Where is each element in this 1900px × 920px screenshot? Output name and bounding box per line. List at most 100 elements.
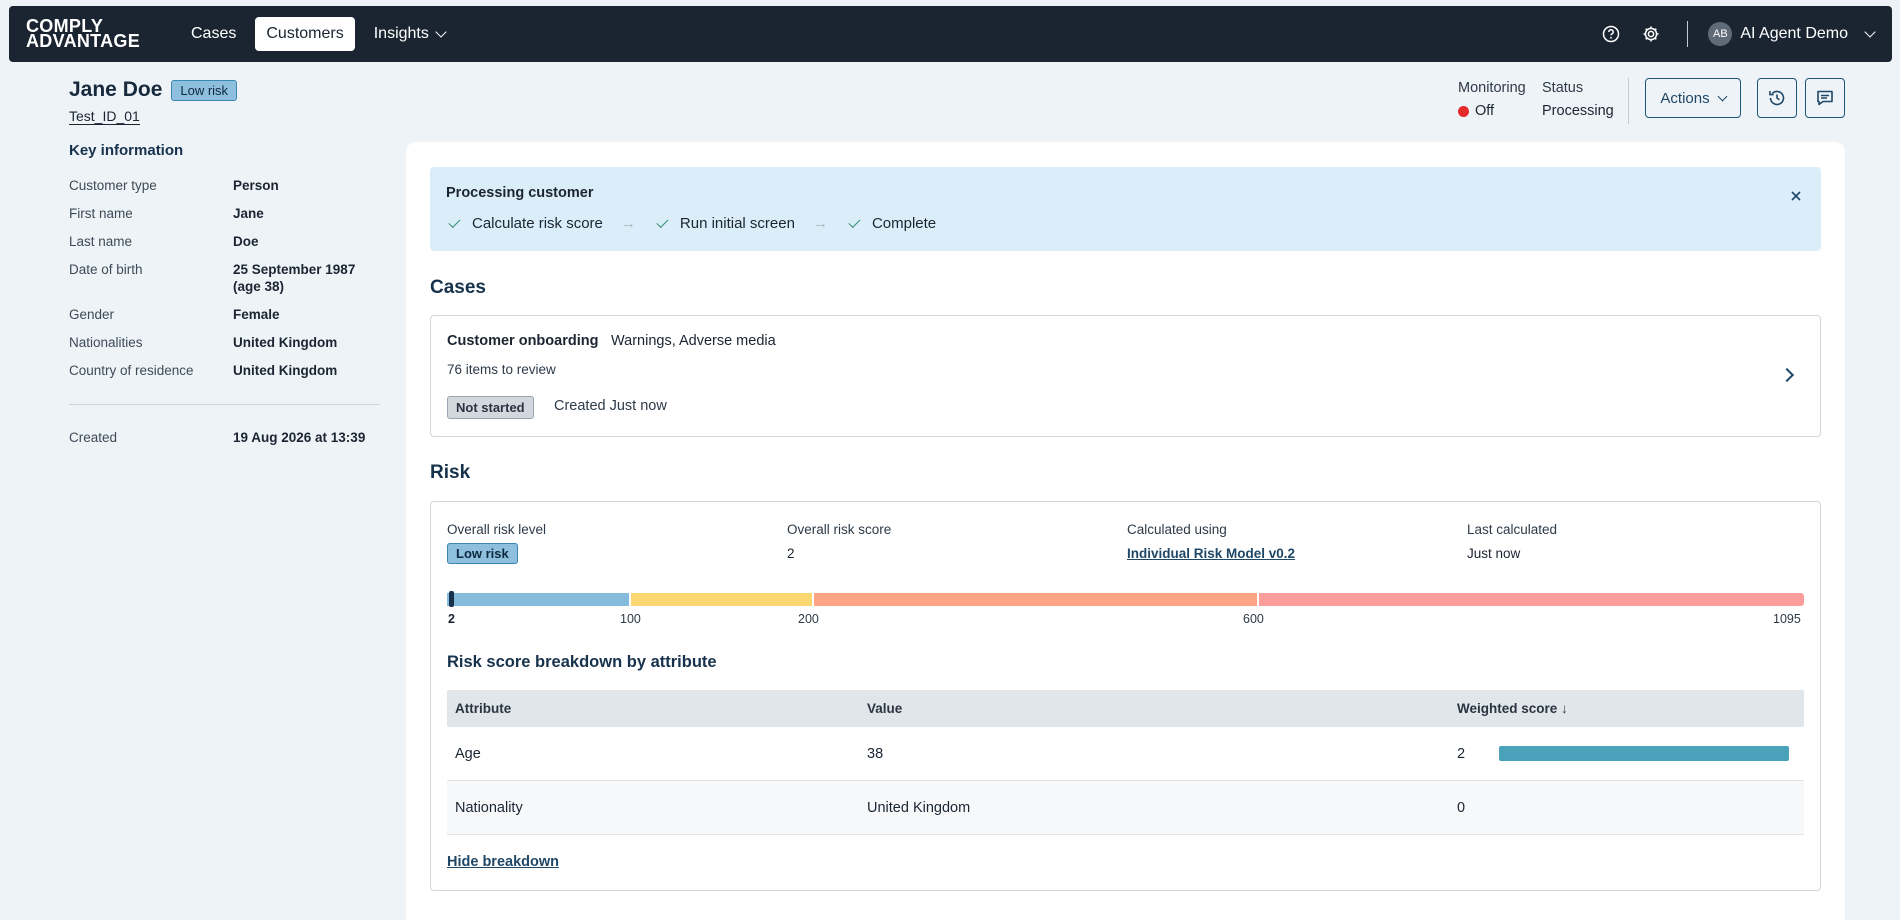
risk-model-link[interactable]: Individual Risk Model v0.2 (1127, 546, 1295, 561)
risk-level-label: Overall risk level (447, 522, 547, 537)
arrow-right-icon: → (812, 215, 828, 232)
step-label: Calculate risk score (472, 215, 603, 232)
kv-value: Female (233, 307, 280, 322)
chevron-down-icon (1717, 91, 1728, 101)
kv-label: Gender (69, 307, 115, 322)
status-dot-icon (1458, 105, 1469, 117)
scale-tick: 200 (798, 612, 819, 626)
cell-value: 38 (867, 745, 884, 762)
customer-name-row: Jane Doe Low risk (69, 78, 238, 102)
history-icon (1769, 90, 1785, 106)
nav-customers-label: Customers (266, 25, 344, 42)
kv-value: United Kingdom (233, 363, 338, 378)
banner-title: Processing customer (446, 185, 594, 201)
risk-level-badge: Low risk (447, 543, 518, 564)
comply-advantage-logo[interactable]: COMPLY ADVANTAGE (26, 17, 156, 50)
risk-panel: Overall risk level Low risk Overall risk… (430, 501, 1821, 891)
case-review-count: 76 items to review (447, 362, 556, 377)
weighted-score-bar (1499, 746, 1790, 761)
settings-gear-icon[interactable] (1641, 24, 1661, 44)
check-icon (656, 215, 669, 228)
check-icon (848, 215, 861, 228)
cases-section-title: Cases (430, 277, 486, 298)
chevron-right-icon (1779, 367, 1795, 383)
main-card: Processing customer Calculate risk score… (406, 142, 1845, 920)
scale-tick: 600 (1243, 612, 1264, 626)
cell-score: 0 (1457, 799, 1466, 816)
risk-scale-bar (447, 591, 1804, 607)
actions-label: Actions (1660, 89, 1710, 107)
header-divider (1628, 78, 1629, 124)
scale-tick: 100 (620, 612, 641, 626)
kv-label: Last name (69, 234, 133, 249)
cell-attribute: Nationality (455, 799, 523, 816)
kv-value: 25 September 1987 (age 38) (233, 262, 356, 294)
last-calculated: Last calculated Just now (1467, 522, 1557, 561)
chevron-down-icon (1864, 26, 1876, 38)
last-calculated-value: Just now (1467, 546, 1521, 561)
customer-name: Jane Doe (69, 78, 163, 101)
check-icon (448, 215, 461, 228)
case-card[interactable]: Customer onboarding Warnings, Adverse me… (430, 315, 1821, 437)
table-row: Age 38 2 (447, 727, 1804, 781)
step-label: Complete (871, 215, 937, 232)
step-label: Run initial screen (679, 215, 795, 232)
top-nav-bar: COMPLY ADVANTAGE Cases Customers Insight… (9, 6, 1892, 62)
nav-insights[interactable]: Insights (363, 17, 456, 51)
risk-section-title: Risk (430, 462, 471, 483)
key-information-title: Key information (69, 142, 184, 159)
cell-value: United Kingdom (867, 799, 971, 816)
risk-score-label: Overall risk score (787, 522, 892, 537)
table-header: Attribute Value Weighted score ↓ (447, 690, 1804, 727)
step-complete: Complete (846, 215, 936, 232)
scale-tick: 1095 (1773, 612, 1801, 626)
history-button[interactable] (1757, 78, 1797, 118)
nav-customers[interactable]: Customers (255, 17, 355, 51)
column-value: Value (867, 701, 903, 716)
risk-score-value: 2 (787, 546, 795, 561)
help-icon[interactable] (1601, 24, 1621, 44)
column-weighted-score[interactable]: Weighted score ↓ (1457, 701, 1804, 716)
overall-risk-level: Overall risk level Low risk (447, 522, 547, 564)
processing-steps: Calculate risk score → Run initial scree… (446, 215, 936, 232)
customer-id-link[interactable]: Test_ID_01 (69, 108, 140, 125)
kv-label: Nationalities (69, 335, 143, 350)
processing-status: Status Processing (1542, 80, 1614, 119)
kv-last-name: Last name Doe (69, 233, 380, 250)
scale-segment-low (447, 593, 629, 606)
hide-breakdown-link[interactable]: Hide breakdown (447, 854, 559, 870)
scale-segment-medium (631, 593, 812, 606)
overall-risk-score: Overall risk score 2 (787, 522, 891, 561)
table-row: Nationality United Kingdom 0 (447, 781, 1804, 835)
monitoring-label: Monitoring (1458, 80, 1526, 96)
kv-value: Doe (233, 234, 259, 249)
divider (69, 404, 380, 405)
scale-segment-very-high (1259, 593, 1804, 606)
user-menu[interactable]: AB AI Agent Demo (1708, 22, 1876, 46)
chevron-down-icon (435, 26, 447, 38)
actions-button[interactable]: Actions (1645, 78, 1741, 118)
column-attribute: Attribute (455, 701, 512, 716)
nav-divider (1686, 21, 1689, 47)
kv-nationalities: Nationalities United Kingdom (69, 334, 380, 351)
score-marker (449, 591, 454, 607)
nav-insights-label: Insights (373, 25, 429, 42)
kv-label: Customer type (69, 178, 157, 193)
main-nav: Cases Customers Insights (180, 17, 456, 51)
kv-customer-type: Customer type Person (69, 177, 380, 194)
close-icon[interactable] (1789, 189, 1803, 203)
scale-tick: 2 (448, 612, 455, 626)
monitoring-value: Off (1475, 103, 1495, 119)
kv-value: United Kingdom (233, 335, 338, 350)
step-initial-screen: Run initial screen (654, 215, 795, 232)
breakdown-title: Risk score breakdown by attribute (447, 653, 717, 671)
nav-cases[interactable]: Cases (180, 17, 247, 51)
risk-badge: Low risk (171, 79, 238, 101)
cell-attribute: Age (455, 745, 481, 762)
monitoring-status: Monitoring Off (1458, 80, 1526, 119)
breakdown-table: Attribute Value Weighted score ↓ Age 38 … (447, 690, 1804, 835)
kv-value: Person (233, 178, 279, 193)
kv-country-of-residence: Country of residence United Kingdom (69, 362, 380, 379)
calculated-using: Calculated using Individual Risk Model v… (1127, 522, 1295, 561)
comments-button[interactable] (1805, 78, 1845, 118)
